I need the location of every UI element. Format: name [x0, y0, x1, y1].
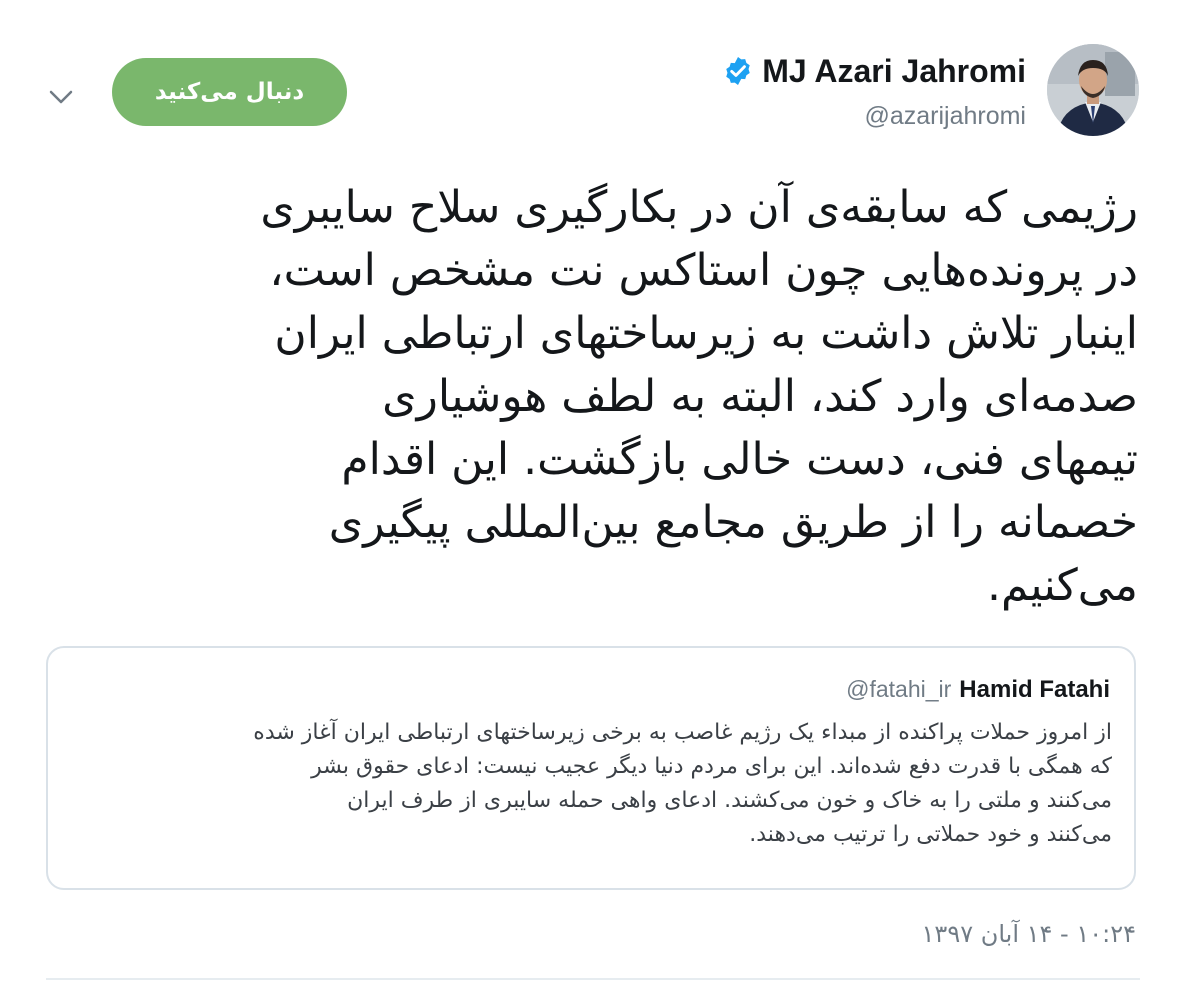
quoted-tweet-author: @fatahi_ir Hamid Fatahi	[846, 676, 1110, 704]
tweet-timestamp[interactable]: ۱۰:۲۴ - ۱۴ آبان ۱۳۹۷	[922, 920, 1136, 948]
avatar[interactable]	[1047, 44, 1139, 136]
chevron-down-icon[interactable]	[44, 80, 78, 114]
author-display-name[interactable]: MJ Azari Jahromi	[762, 53, 1026, 90]
quoted-tweet-text: از امروز حملات پراکنده از مبداء یک رژیم …	[253, 720, 1112, 847]
tweet-text: رژیمی که سابقه‌ی آن در بکارگیری سلاح سای…	[260, 182, 1138, 611]
author-handle[interactable]: @azarijahromi	[722, 102, 1026, 131]
quoted-tweet-display-name: Hamid Fatahi	[959, 676, 1110, 703]
quoted-tweet-handle: @fatahi_ir	[846, 676, 952, 702]
verified-badge-icon	[722, 55, 754, 87]
quoted-tweet-card[interactable]: @fatahi_ir Hamid Fatahi از امروز حملات پ…	[46, 646, 1136, 890]
divider	[46, 978, 1140, 980]
following-button[interactable]: دنبال می‌کنید	[112, 58, 347, 126]
author-name-row: MJ Azari Jahromi	[722, 46, 1026, 96]
tweet-author[interactable]: MJ Azari Jahromi @azarijahromi	[722, 46, 1026, 131]
